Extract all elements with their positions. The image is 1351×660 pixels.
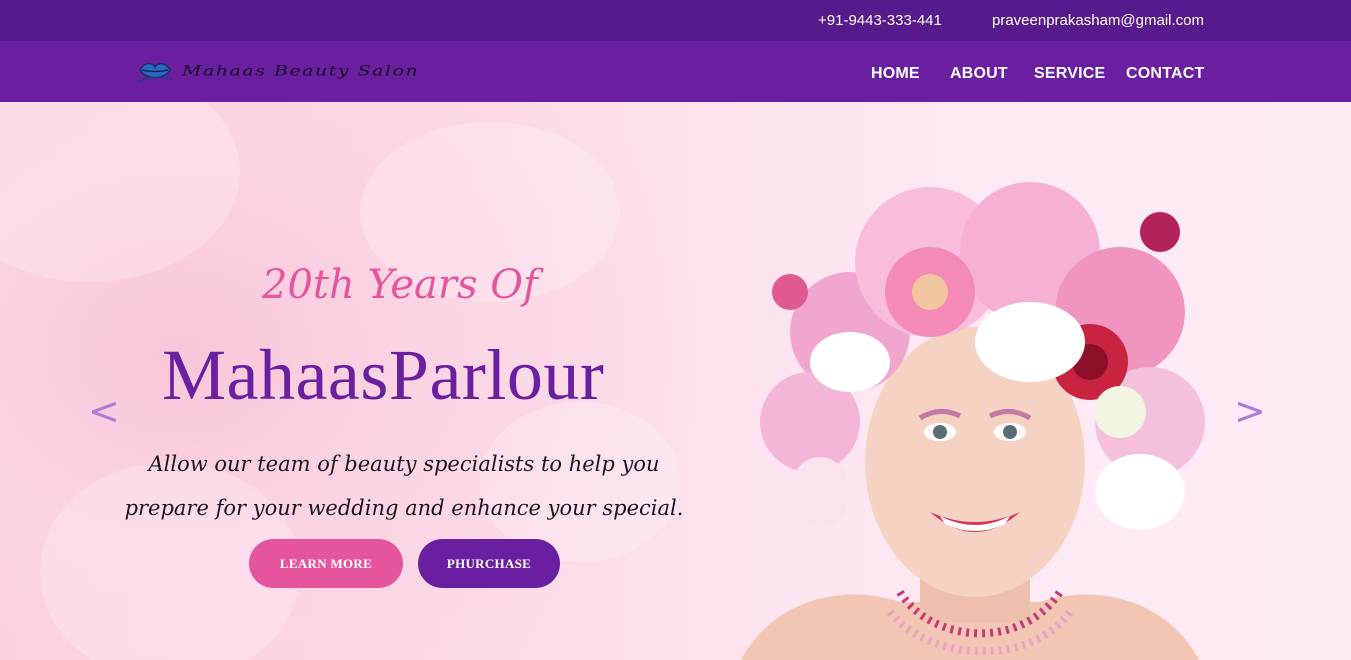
brand-name: Mahaas Beauty Salon [182,63,420,79]
hero-slider: < > 20th Years Of MahaasParlour Allow ou… [0,102,1351,660]
slider-prev-arrow[interactable]: < [88,392,120,430]
lips-logo-icon [138,62,173,83]
email-address[interactable]: praveenprakasham@gmail.com [992,12,1204,29]
top-contact-bar: +91-9443-333-441 praveenprakasham@gmail.… [0,0,1351,41]
brand-logo[interactable]: Mahaas Beauty Salon [136,54,419,88]
nav-service-link[interactable]: SERVICE [1034,65,1105,83]
purchase-button[interactable]: PHURCHASE [418,539,560,588]
nav-home-link[interactable]: HOME [871,65,920,83]
hero-description: Allow our team of beauty specialists to … [124,452,684,520]
hero-eyebrow: 20th Years Of [262,262,538,308]
nav-contact-link[interactable]: CONTACT [1126,65,1204,83]
hero-headline: MahaasParlour [162,335,605,415]
phone-number[interactable]: +91-9443-333-441 [818,12,942,29]
nav-about-link[interactable]: ABOUT [950,65,1008,83]
learn-more-button[interactable]: LEARN MORE [249,539,403,588]
hero-model-image [741,182,1205,660]
background-petal [0,102,240,282]
main-navbar: Mahaas Beauty Salon HOME ABOUT SERVICE C… [0,41,1351,102]
